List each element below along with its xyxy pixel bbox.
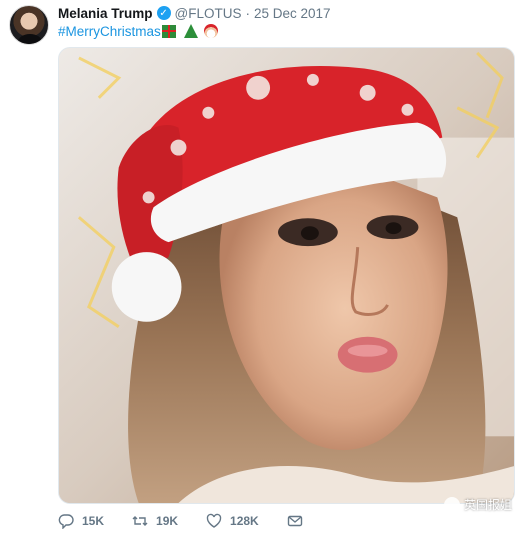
avatar[interactable] — [9, 5, 49, 45]
reply-button[interactable]: 15K — [58, 513, 104, 529]
heart-icon — [206, 513, 222, 529]
wechat-logo-icon — [443, 496, 460, 513]
author-name[interactable]: Melania Trump — [58, 6, 153, 21]
tweet-photo[interactable] — [58, 47, 515, 504]
wrapped-gift-emoji-icon — [161, 24, 176, 38]
envelope-icon — [287, 513, 303, 529]
tweet-date[interactable]: 25 Dec 2017 — [254, 6, 331, 21]
author-handle[interactable]: @FLOTUS — [175, 6, 242, 21]
santa-emoji-icon — [203, 24, 218, 38]
verified-badge-icon: ✓ — [156, 6, 171, 20]
retweet-count: 19K — [156, 514, 179, 528]
selfie-santa-hat-image — [59, 48, 514, 503]
reply-icon — [58, 513, 74, 529]
retweet-button[interactable]: 19K — [132, 513, 178, 529]
separator-dot: · — [245, 5, 251, 21]
watermark: 英国报姐 — [443, 496, 512, 513]
like-button[interactable]: 128K — [206, 513, 259, 529]
watermark-text: 英国报姐 — [463, 498, 512, 512]
retweet-icon — [132, 513, 148, 529]
tweet-card: Melania Trump ✓ @FLOTUS · 25 Dec 2017 #M… — [0, 0, 520, 535]
hashtag-link[interactable]: #MerryChristmas — [58, 24, 161, 39]
christmas-tree-emoji-icon — [183, 24, 198, 38]
tweet-actions: 15K 19K 128K — [58, 511, 339, 531]
tweet-header: Melania Trump ✓ @FLOTUS · 25 Dec 2017 — [58, 4, 331, 22]
tweet-text: #MerryChristmas — [58, 22, 218, 40]
direct-message-button[interactable] — [287, 513, 311, 529]
like-count: 128K — [230, 514, 259, 528]
reply-count: 15K — [82, 514, 105, 528]
